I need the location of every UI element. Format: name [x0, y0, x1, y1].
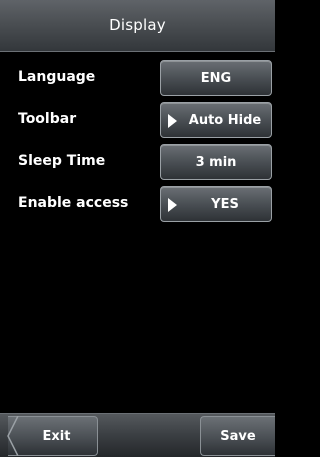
toolbar-field[interactable]: Auto Hide — [160, 102, 272, 138]
toolbar-value: Auto Hide — [188, 113, 262, 128]
enable-access-label: Enable access — [18, 195, 129, 211]
exit-button[interactable]: Exit — [7, 416, 98, 456]
sleep-time-value: 3 min — [195, 155, 237, 170]
play-arrow-icon — [168, 114, 177, 128]
enable-access-field[interactable]: YES — [160, 186, 272, 222]
language-value: ENG — [200, 71, 232, 86]
save-button[interactable]: Save — [200, 416, 275, 456]
exit-label: Exit — [42, 429, 71, 444]
enable-access-value: YES — [211, 197, 239, 212]
display-settings-screen: Display Language ENG Toolbar Auto Hide S… — [0, 0, 275, 457]
play-arrow-icon — [168, 198, 177, 212]
language-field[interactable]: ENG — [160, 60, 272, 96]
save-label: Save — [220, 429, 256, 444]
sleep-time-field[interactable]: 3 min — [160, 144, 272, 180]
bottom-bar: Exit Save — [0, 413, 275, 457]
sleep-time-label: Sleep Time — [18, 153, 106, 169]
toolbar-label: Toolbar — [18, 111, 77, 127]
language-label: Language — [18, 69, 96, 85]
page-title: Display — [109, 16, 166, 34]
title-bar: Display — [0, 0, 275, 52]
